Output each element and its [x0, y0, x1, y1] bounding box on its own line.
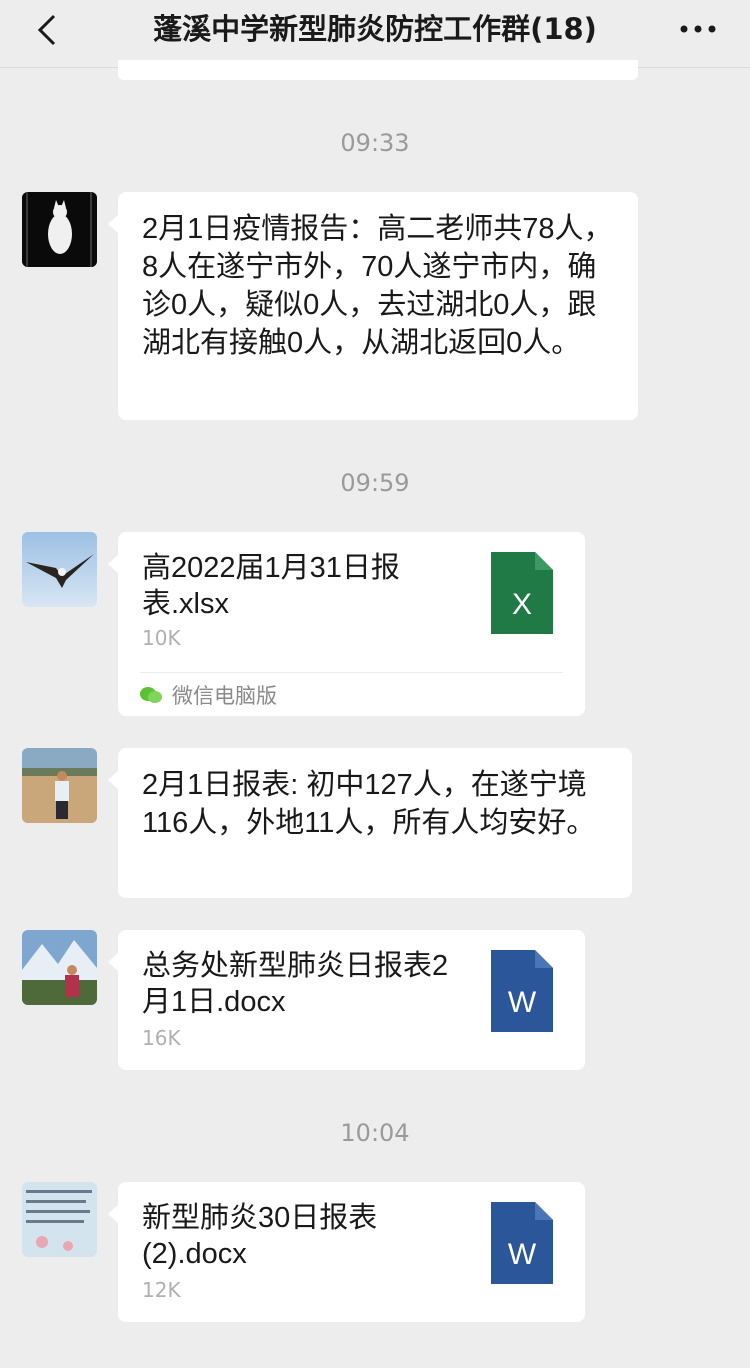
timestamp: 09:33 [340, 129, 410, 157]
divider [140, 672, 563, 673]
file-name: 总务处新型肺炎日报表2月1日.docx [142, 950, 449, 1018]
calligraphy-avatar-image [22, 1182, 97, 1257]
file-message-bubble[interactable]: 高2022届1月31日报表.xlsx 10K X 微信电脑版 [108, 532, 585, 716]
svg-text:W: W [508, 1238, 537, 1271]
cat-silhouette-avatar-image [22, 192, 97, 267]
file-size: 16K [142, 1026, 181, 1050]
previous-message-bubble[interactable] [118, 60, 638, 80]
source-label: 微信电脑版 [140, 680, 277, 710]
wechat-icon [140, 687, 162, 703]
file-message-bubble[interactable]: 总务处新型肺炎日报表2月1日.docx 16K W [108, 930, 585, 1070]
mountain-photo-avatar-image [22, 930, 97, 1005]
message-bubble[interactable]: 2月1日报表: 初中127人，在遂宁境116人，外地11人，所有人均安好。 [108, 748, 632, 898]
bubble-tail [108, 554, 119, 574]
word-file-icon: W [491, 1202, 553, 1284]
file-size: 10K [142, 626, 181, 650]
chat-header: 蓬溪中学新型肺炎防控工作群(18) [0, 0, 750, 68]
word-file-icon: W [491, 950, 553, 1032]
message-text: 2月1日疫情报告：高二老师共78人，8人在遂宁市外，70人遂宁市内，确诊0人，疑… [142, 213, 613, 359]
message-text: 2月1日报表: 初中127人，在遂宁境116人，外地11人，所有人均安好。 [142, 769, 596, 839]
file-name: 新型肺炎30日报表(2).docx [142, 1202, 378, 1270]
eagle-avatar-image [22, 532, 97, 607]
avatar[interactable] [22, 1182, 97, 1257]
bubble-tail [108, 770, 119, 790]
file-name: 高2022届1月31日报表.xlsx [142, 552, 400, 620]
message-bubble[interactable]: 2月1日疫情报告：高二老师共78人，8人在遂宁市外，70人遂宁市内，确诊0人，疑… [108, 192, 638, 420]
avatar[interactable] [22, 192, 97, 267]
avatar[interactable] [22, 748, 97, 823]
avatar[interactable] [22, 930, 97, 1005]
svg-text:X: X [512, 588, 532, 621]
man-photo-avatar-image [22, 748, 97, 823]
svg-text:W: W [508, 986, 537, 1019]
timestamp: 09:59 [340, 469, 410, 497]
more-dots-icon[interactable] [676, 14, 720, 44]
chevron-left-icon[interactable] [30, 10, 70, 50]
bubble-tail [108, 952, 119, 972]
file-size: 12K [142, 1278, 181, 1302]
timestamp: 10:04 [340, 1119, 410, 1147]
chat-title: 蓬溪中学新型肺炎防控工作群(18) [153, 12, 597, 46]
avatar[interactable] [22, 532, 97, 607]
file-message-bubble[interactable]: 新型肺炎30日报表(2).docx 12K W [108, 1182, 585, 1322]
source-text: 微信电脑版 [172, 684, 277, 708]
bubble-tail [108, 214, 119, 234]
bubble-tail [108, 1204, 119, 1224]
excel-file-icon: X [491, 552, 553, 634]
